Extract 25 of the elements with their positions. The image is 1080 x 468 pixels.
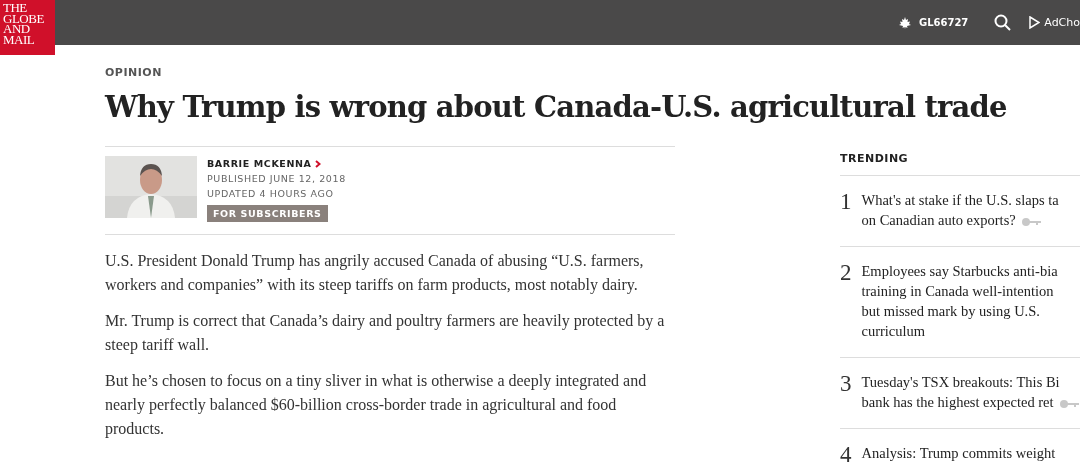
section-label[interactable]: OPINION xyxy=(105,66,1080,79)
updated-time: UPDATED 4 HOURS AGO xyxy=(207,187,335,201)
rank-number: 1 xyxy=(840,190,852,216)
subscriber-badge: FOR SUBSCRIBERS xyxy=(207,205,328,222)
adchoices-link[interactable]: AdCho xyxy=(1044,16,1080,29)
trending-link[interactable]: Tuesday's TSX breakouts: This Bi bank has the highest expected ret xyxy=(861,372,1080,412)
published-date: PUBLISHED JUNE 12, 2018 xyxy=(207,172,346,186)
paragraph: U.S. President Donald Trump has angrily accused Canada of abusing “U.S. farmers, workers and companies” with its steep tariffs on farm products, most notably dairy. xyxy=(105,251,645,296)
paragraph: But he’s chosen to focus on a tiny sliver in what is otherwise a deeply integrated and nearly perfectly balanced $60-billion cross-border trade in agricultural and food products. xyxy=(105,371,648,440)
play-icon xyxy=(1029,16,1041,29)
logo[interactable]: THE GLOBE AND MAIL xyxy=(0,0,55,55)
trending-link[interactable]: Employees say Starbucks anti-bia training in Canada well-intention but missed mark by using U.S. curriculum xyxy=(861,261,1058,341)
account-label[interactable]: GL66727 xyxy=(918,17,969,28)
rank-number: 4 xyxy=(840,443,852,467)
trending-heading: TRENDING xyxy=(840,152,1080,176)
search-icon[interactable] xyxy=(994,14,1012,31)
trending-link[interactable]: Analysis: Trump commits weight xyxy=(861,443,1056,467)
trending-link[interactable]: What's at stake if the U.S. slaps ta on Canadian auto exports? xyxy=(861,190,1059,230)
author-link[interactable]: BARRIE MCKENNA xyxy=(207,156,312,171)
leaf-icon xyxy=(898,16,911,29)
rank-number: 3 xyxy=(840,372,852,398)
rank-number: 2 xyxy=(840,261,852,287)
paragraph: Mr. Trump is correct that Canada’s dairy and poultry farmers are heavily protected by a steep tariff wall. xyxy=(105,311,666,356)
article-title: Why Trump is wrong about Canada-U.S. agricultural trade xyxy=(105,90,1008,124)
chevron-icon xyxy=(314,159,321,168)
